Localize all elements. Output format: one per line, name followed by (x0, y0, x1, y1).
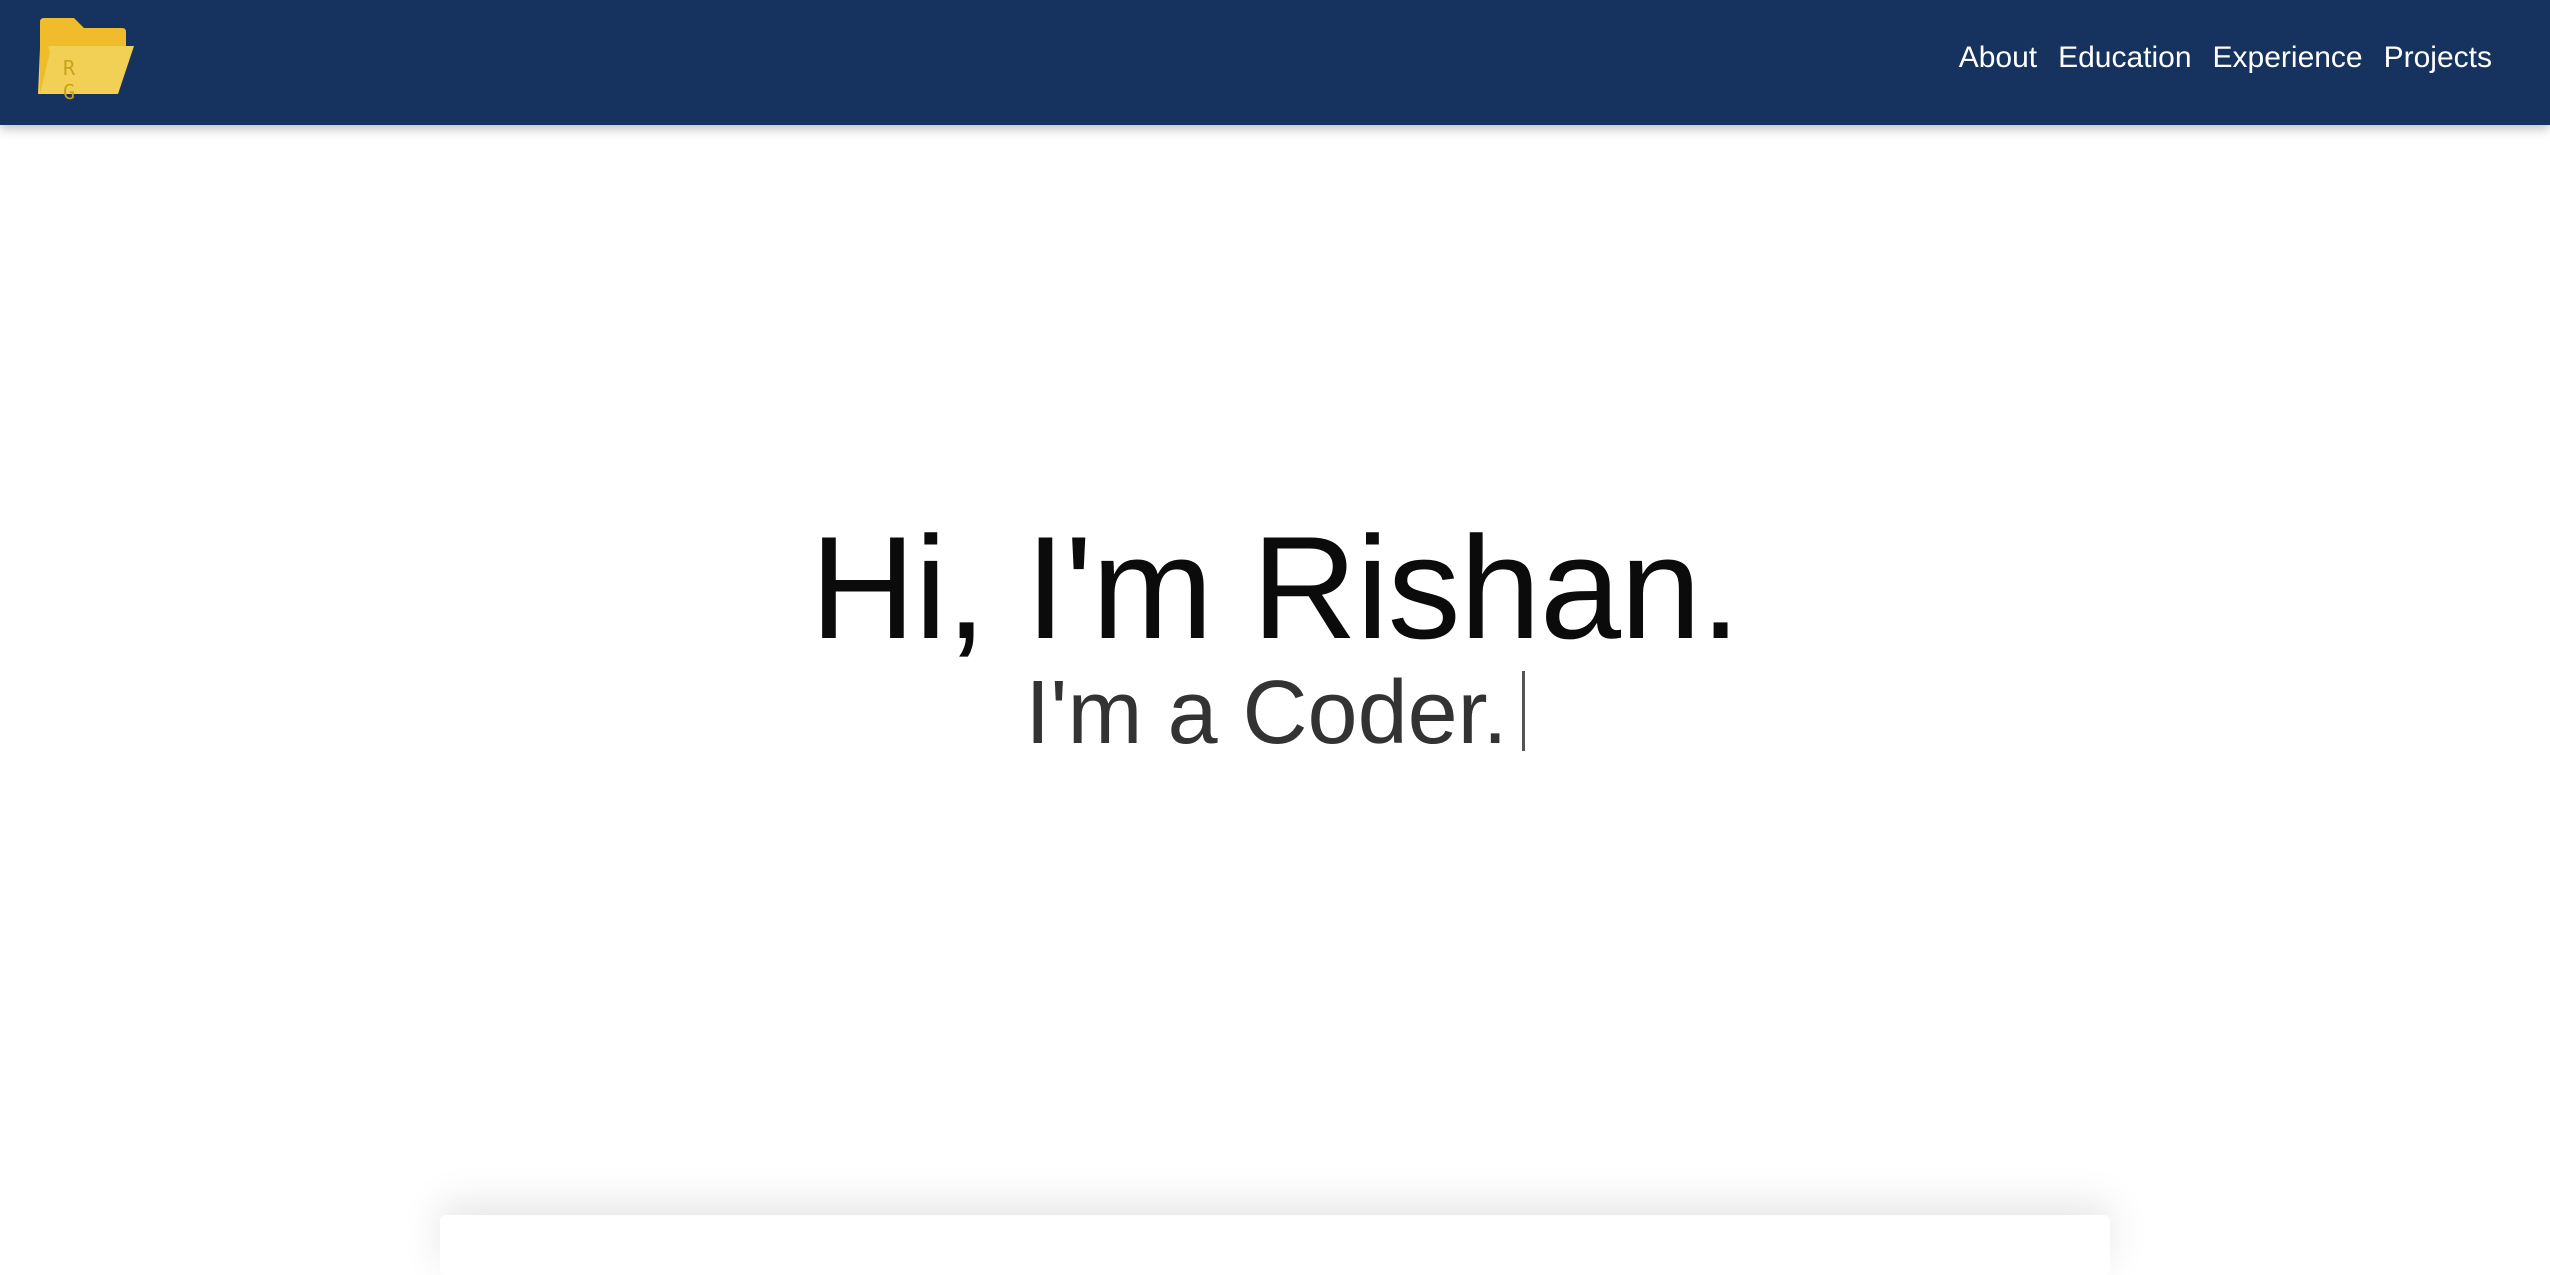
hero-section: Hi, I'm Rishan. I'm a Coder. (0, 0, 2550, 1275)
nav-experience-link[interactable]: Experience (2213, 40, 2363, 76)
nav-about-link[interactable]: About (1959, 40, 2037, 76)
logo[interactable]: R G (38, 18, 134, 104)
nav-projects-link[interactable]: Projects (2384, 40, 2492, 76)
hero-title: Hi, I'm Rishan. (810, 506, 1741, 669)
typing-cursor (1521, 671, 1525, 751)
typed-text: I'm a Coder. (1025, 663, 1508, 763)
content-card-edge (440, 1215, 2110, 1275)
nav-education-link[interactable]: Education (2058, 40, 2191, 76)
top-navbar: R G About Education Experience Projects (0, 0, 2550, 125)
hero-subtitle: I'm a Coder. (0, 668, 2550, 758)
logo-initials: R G (63, 56, 90, 104)
nav-links: About Education Experience Projects (1959, 40, 2492, 76)
